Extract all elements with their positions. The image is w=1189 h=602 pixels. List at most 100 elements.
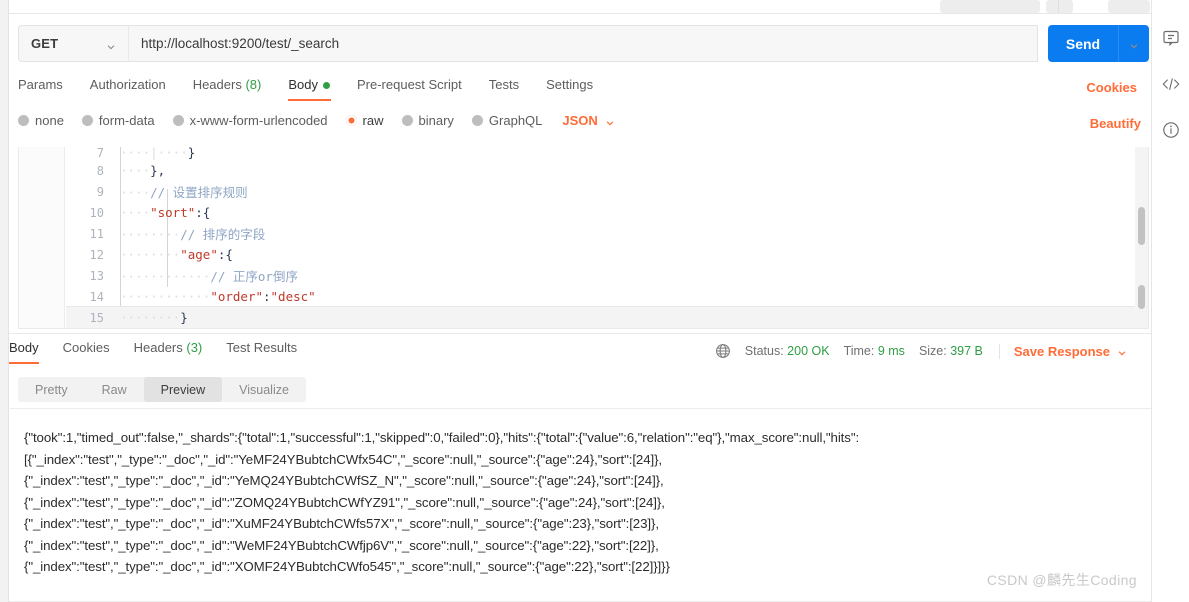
editor-line[interactable]: 12 ········"age":{ <box>66 244 1148 265</box>
size-group: Size: 397 B <box>919 344 983 358</box>
editor-line[interactable]: 13 ············// 正序or倒序 <box>66 265 1148 286</box>
editor-line[interactable]: 8 ····}, <box>66 160 1148 181</box>
request-tab-params[interactable]: Params <box>18 77 77 101</box>
request-tab-authorization[interactable]: Authorization <box>90 77 180 101</box>
send-options-button[interactable] <box>1118 25 1149 62</box>
response-tab-cookies[interactable]: Cookies <box>63 340 110 364</box>
tab-label: Body <box>288 77 318 92</box>
body-type-raw[interactable]: raw <box>345 113 384 128</box>
tab-count: (3) <box>186 340 203 355</box>
body-type-label: binary <box>418 113 454 128</box>
postman-window: GET Send Params Authorization Headers (8) B… <box>0 0 1189 602</box>
save-response-button[interactable]: Save Response <box>998 343 1127 359</box>
editor-line[interactable]: 9 ····// 设置排序规则 <box>66 181 1148 202</box>
editor-scrollbar-thumb[interactable] <box>1138 207 1145 245</box>
body-type-radio-group: none form-data x-www-form-urlencoded raw bin… <box>18 113 615 128</box>
code-icon[interactable] <box>1161 74 1181 94</box>
editor-line[interactable]: 16····} <box>66 328 1148 329</box>
response-body-preview[interactable]: {"took":1,"timed_out":false,"_shards":{"… <box>10 408 1151 602</box>
editor-line[interactable]: 11 ········// 排序的字段 <box>66 223 1148 244</box>
chevron-down-icon <box>1117 346 1127 356</box>
time-group: Time: 9 ms <box>844 344 905 358</box>
request-tab-body[interactable]: Body <box>288 77 344 101</box>
comment-icon[interactable] <box>1161 28 1181 48</box>
body-type-form-data[interactable]: form-data <box>81 113 155 128</box>
editor-line-number: 9 <box>96 184 104 199</box>
left-rail <box>0 0 9 602</box>
body-type-none[interactable]: none <box>18 113 64 128</box>
toolbar-fragment-4 <box>1108 0 1150 13</box>
response-body-line: {"_index":"test","_type":"_doc","_id":"X… <box>24 516 659 531</box>
tab-label: Body <box>9 340 39 355</box>
view-mode-pretty[interactable]: Pretty <box>18 377 85 402</box>
response-body-line: {"took":1,"timed_out":false,"_shards":{"… <box>24 430 860 445</box>
view-mode-preview[interactable]: Preview <box>143 377 223 402</box>
view-mode-visualize[interactable]: Visualize <box>222 377 306 402</box>
editor-line[interactable]: 10 ····"sort":{ <box>66 202 1148 223</box>
body-type-label: none <box>35 113 64 128</box>
info-icon[interactable] <box>1161 120 1181 140</box>
send-button[interactable]: Send <box>1048 25 1118 62</box>
editor-line-number: 15 <box>89 310 104 325</box>
toolbar-fragment-1 <box>940 0 1040 13</box>
request-tab-tests[interactable]: Tests <box>489 77 533 101</box>
tab-label: Pre-request Script <box>356 77 462 92</box>
right-icon-rail <box>1151 0 1189 602</box>
body-type-graphql[interactable]: GraphQL <box>471 113 543 128</box>
view-mode-raw[interactable]: Raw <box>85 377 144 402</box>
request-url-input[interactable] <box>128 25 1038 62</box>
toolbar-divider <box>1058 0 1059 13</box>
status-label: Status: <box>744 344 784 358</box>
radio-dot-icon <box>81 115 93 126</box>
time-value: 9 ms <box>877 344 905 358</box>
response-view-switcher: Pretty Raw Preview Visualize <box>18 377 306 402</box>
response-tab-headers[interactable]: Headers (3) <box>134 340 203 364</box>
http-method-dropdown[interactable]: GET <box>18 25 128 62</box>
toolbar-fragment-2 <box>1046 0 1073 13</box>
response-tab-bar: Body Cookies Headers (3) Test Results <box>9 340 321 364</box>
response-tab-test-results[interactable]: Test Results <box>226 340 297 364</box>
editor-line-number: 7 <box>96 147 104 160</box>
editor-line[interactable]: 14 ············"order":"desc" <box>66 286 1148 307</box>
raw-format-label: JSON <box>562 113 598 128</box>
tab-label: Authorization <box>89 77 166 92</box>
response-body-line: {"_index":"test","_type":"_doc","_id":"Z… <box>24 494 665 510</box>
response-tab-body[interactable]: Body <box>9 340 39 364</box>
body-type-label: raw <box>362 113 384 128</box>
size-value: 397 B <box>950 344 983 358</box>
request-body-editor[interactable]: 7 ····|····} 8 ····}, 9 ····// 设置排序规则 10 ····"s… <box>18 147 1149 329</box>
toolbar-fragment-3 <box>1073 0 1108 13</box>
send-button-group: Send <box>1048 25 1149 62</box>
tab-label: Cookies <box>62 340 110 355</box>
body-type-x-www-form-urlencoded[interactable]: x-www-form-urlencoded <box>172 113 328 128</box>
editor-scrollbar[interactable] <box>1135 147 1148 328</box>
cookies-link[interactable]: Cookies <box>1086 80 1137 95</box>
editor-scrollbar-thumb-2[interactable] <box>1138 285 1145 309</box>
editor-line[interactable]: 7 ····|····} <box>66 147 1148 160</box>
request-tab-headers[interactable]: Headers (8) <box>193 77 276 101</box>
response-status-bar: Status: 200 OK Time: 9 ms Size: 397 B Sa… <box>715 343 1127 359</box>
editor-code-area[interactable]: 7 ····|····} 8 ····}, 9 ····// 设置排序规则 10 ····"s… <box>66 147 1148 328</box>
request-url-bar: GET Send <box>18 25 1149 62</box>
editor-line-number: 8 <box>96 163 104 178</box>
tab-label: Settings <box>546 77 594 92</box>
radio-dot-icon <box>401 115 413 126</box>
body-modified-dot <box>322 82 330 90</box>
editor-line[interactable]: 15 ········} <box>66 307 1148 328</box>
response-body-line: {"_index":"test","_type":"_doc","_id":"Y… <box>24 473 664 488</box>
tab-label: Params <box>18 77 63 92</box>
response-body-line: [{"_index":"test","_type":"_doc","_id":"… <box>24 451 663 467</box>
body-type-label: GraphQL <box>488 113 543 128</box>
body-type-binary[interactable]: binary <box>401 113 454 128</box>
tab-label: Tests <box>488 77 520 92</box>
request-tab-pre-request-script[interactable]: Pre-request Script <box>357 77 476 101</box>
beautify-link[interactable]: Beautify <box>1090 116 1141 131</box>
request-tab-settings[interactable]: Settings <box>546 77 607 101</box>
chevron-down-icon <box>605 116 615 126</box>
editor-line-number: 12 <box>89 247 104 262</box>
raw-format-dropdown[interactable]: JSON <box>562 113 614 128</box>
chevron-down-icon <box>1129 39 1139 49</box>
editor-line-number: 10 <box>89 205 104 220</box>
response-body-line: {"_index":"test","_type":"_doc","_id":"X… <box>24 559 670 574</box>
globe-icon <box>715 343 731 359</box>
